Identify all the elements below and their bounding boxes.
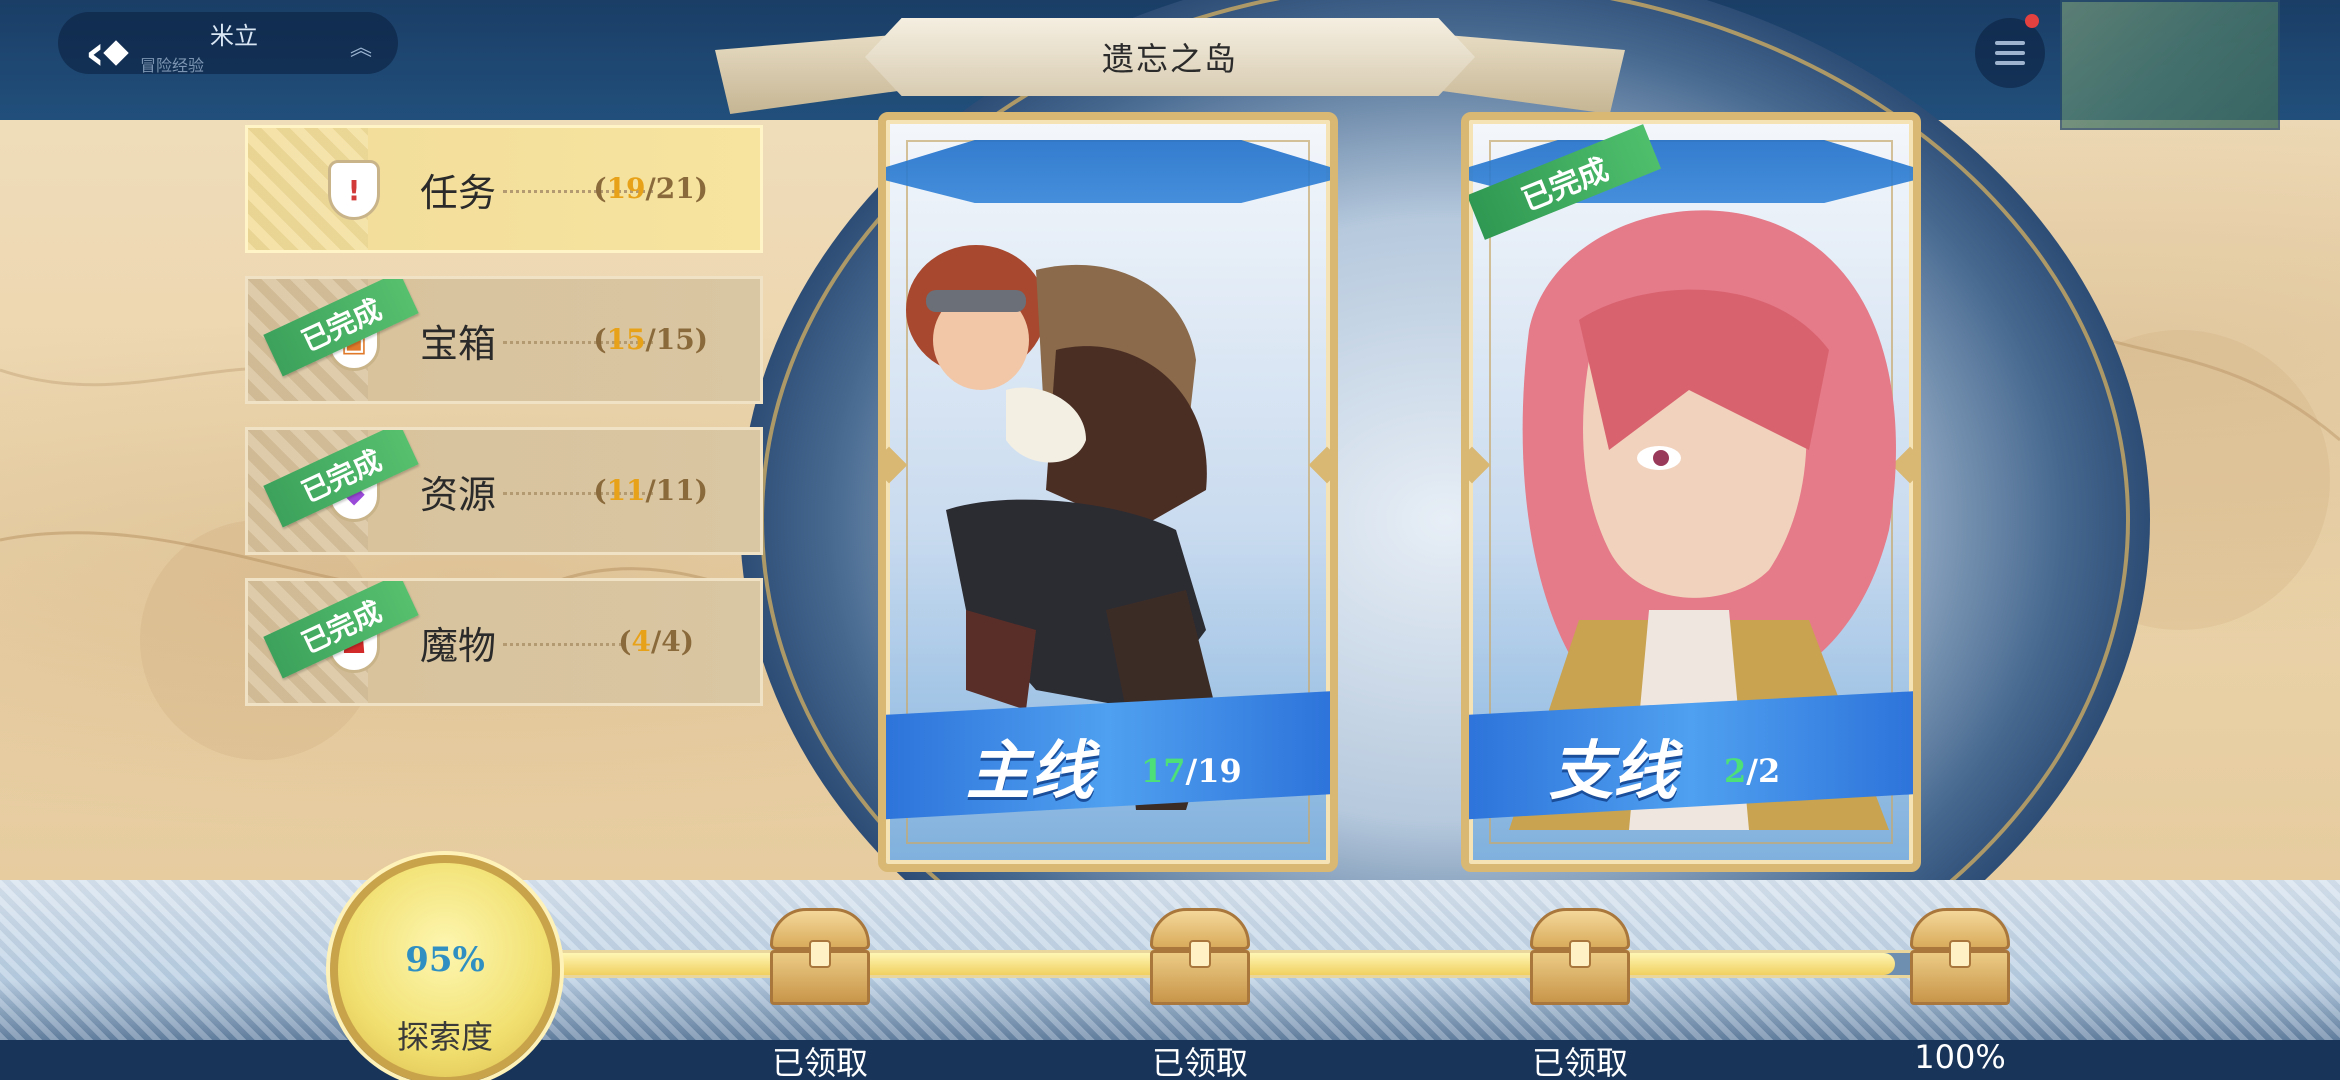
reward-chest-3[interactable] [1525, 900, 1635, 1010]
exclamation-icon: ! [328, 160, 380, 220]
category-count: (19/21) [593, 172, 708, 205]
dotted-leader [503, 643, 623, 646]
chest-lock-icon [809, 940, 831, 968]
player-sub-label: 冒险经验 [140, 56, 205, 75]
reward-status-label: 100% [1914, 1038, 2006, 1076]
reward-status-label: 已领取 [771, 1044, 868, 1080]
category-label: 资源 [420, 473, 497, 517]
category-tab-quests[interactable]: ! 任务 (19/21) [245, 125, 763, 253]
chest-lock-icon [1569, 940, 1591, 968]
category-tab-chests[interactable]: ▣ 宝箱 (15/15) 已完成 [245, 276, 763, 404]
main-quest-card[interactable]: 主线 17/19 [878, 112, 1338, 872]
title-banner: 遗忘之岛 [715, 10, 1625, 120]
menu-button[interactable] [1975, 18, 2045, 88]
card-label: 主线 [966, 735, 1094, 809]
exploration-percent: 95% [405, 940, 485, 980]
reward-status-label: 已领取 [1151, 1044, 1248, 1080]
chevron-up-icon[interactable]: ︽ [350, 30, 378, 61]
category-count: (15/15) [593, 323, 708, 356]
chest-lock-icon [1189, 940, 1211, 968]
menu-line-icon [1995, 51, 2025, 55]
category-count: (11/11) [593, 474, 708, 507]
back-arrow-icon: ‹ [85, 25, 105, 81]
category-tab-monsters[interactable]: ☗ 魔物 (4/4) 已完成 [245, 578, 763, 706]
reward-chest-4[interactable] [1905, 900, 2015, 1010]
card-label: 支线 [1549, 735, 1677, 809]
back-button[interactable]: ‹ [70, 18, 140, 88]
category-tab-resources[interactable]: ◆ 资源 (11/11) 已完成 [245, 427, 763, 555]
menu-line-icon [1995, 41, 2025, 45]
minimap[interactable] [2060, 0, 2280, 130]
category-count: (4/4) [618, 625, 694, 658]
reward-chest-1[interactable] [765, 900, 875, 1010]
chest-lock-icon [1949, 940, 1971, 968]
reward-status-label: 已领取 [1531, 1044, 1628, 1080]
side-quest-card[interactable]: 已完成 支线 2/2 [1461, 112, 1921, 872]
diamond-icon [103, 40, 129, 66]
exploration-label: 探索度 [396, 1018, 493, 1056]
player-name: 米立 [210, 22, 258, 50]
notification-dot [2025, 14, 2039, 28]
menu-line-icon [1995, 61, 2025, 65]
category-label: 宝箱 [420, 322, 497, 366]
card-count: 2/2 [1724, 752, 1781, 790]
page-title: 遗忘之岛 [1101, 40, 1238, 78]
reward-chest-2[interactable] [1145, 900, 1255, 1010]
card-count: 17/19 [1141, 752, 1242, 790]
category-label: 任务 [420, 171, 497, 215]
category-label: 魔物 [420, 624, 497, 668]
